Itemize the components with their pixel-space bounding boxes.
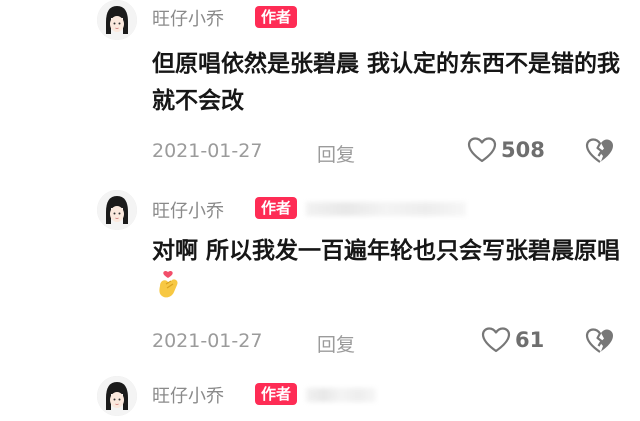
reply-button[interactable]: 回复 xyxy=(317,140,355,167)
comment-text: 但原唱依然是张碧晨 我认定的东西不是错的我就不会改 xyxy=(152,51,621,114)
username[interactable]: 旺仔小乔 xyxy=(152,382,224,408)
username[interactable]: 旺仔小乔 xyxy=(152,197,224,223)
like-count: 508 xyxy=(501,138,545,162)
broken-heart-icon[interactable] xyxy=(585,137,615,165)
comment-item: 旺仔小乔 作者 对啊 所以我发一百遍年轮也只会写张碧晨原唱 2021-01-27… xyxy=(0,185,640,370)
heart-hands-emoji xyxy=(159,270,178,298)
comment-text: 对啊 所以我发一百遍年轮也只会写张碧晨原唱 xyxy=(152,233,622,308)
comment-date: 2021-01-27 xyxy=(152,330,263,352)
author-badge: 作者 xyxy=(255,6,298,28)
comment-item: 旺仔小乔 作者 xyxy=(0,370,640,421)
comment-text-body: 对啊 所以我发一百遍年轮也只会写张碧晨原唱 xyxy=(152,238,621,264)
author-badge: 作者 xyxy=(255,197,298,219)
author-badge: 作者 xyxy=(255,383,298,405)
comment-date: 2021-01-27 xyxy=(152,140,263,162)
heart-outline-icon xyxy=(467,137,497,163)
avatar[interactable] xyxy=(97,376,137,416)
heart-outline-icon xyxy=(481,327,511,353)
like-count: 61 xyxy=(515,328,545,352)
blurred-text xyxy=(306,388,376,402)
username[interactable]: 旺仔小乔 xyxy=(152,5,224,31)
avatar[interactable] xyxy=(97,0,137,40)
comment-item: 旺仔小乔 作者 但原唱依然是张碧晨 我认定的东西不是错的我就不会改 2021-0… xyxy=(0,0,640,175)
avatar[interactable] xyxy=(97,190,137,230)
like-button[interactable]: 61 xyxy=(481,326,544,354)
like-button[interactable]: 508 xyxy=(467,136,545,164)
reply-button[interactable]: 回复 xyxy=(317,330,355,357)
broken-heart-icon[interactable] xyxy=(585,327,615,355)
blurred-text xyxy=(306,202,466,216)
